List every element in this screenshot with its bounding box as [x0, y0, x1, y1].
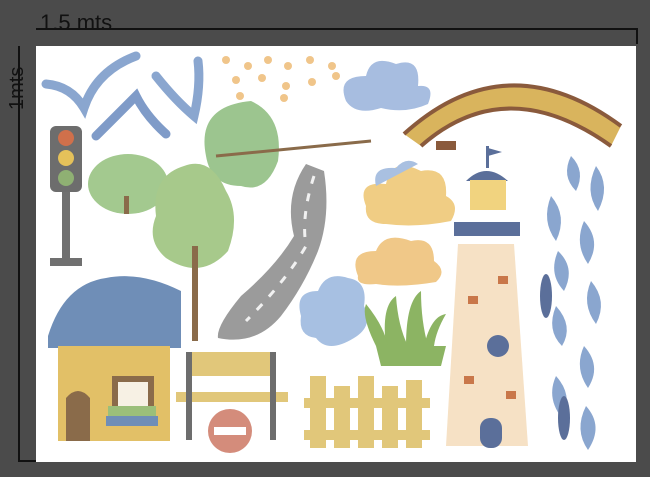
cloud-icon — [299, 276, 368, 346]
stars — [222, 56, 340, 102]
decal-sheet — [36, 46, 636, 462]
cloud-icon — [355, 237, 442, 286]
grass-icon — [364, 291, 446, 366]
bridge-icon — [402, 83, 623, 150]
lighthouse-icon — [446, 146, 528, 448]
cloud-icon — [343, 60, 431, 111]
fish-school-icon — [540, 156, 605, 450]
seagull-icon — [91, 88, 171, 141]
traffic-light-icon — [50, 126, 82, 266]
decal-artwork — [41, 51, 623, 453]
leaf-icon — [204, 101, 372, 188]
width-dimension-tick — [636, 28, 638, 44]
seagull-icon — [151, 56, 204, 125]
road-sign-icon — [208, 409, 252, 453]
fence-icon — [304, 376, 430, 448]
seagull-icon — [41, 51, 141, 119]
width-dimension-label: 1.5 mts — [40, 10, 113, 35]
house-icon — [48, 276, 181, 441]
height-dimension-tick — [18, 460, 36, 462]
width-dimension-line — [36, 28, 636, 30]
cloud-icon — [363, 160, 455, 226]
height-dimension-line — [18, 46, 20, 462]
